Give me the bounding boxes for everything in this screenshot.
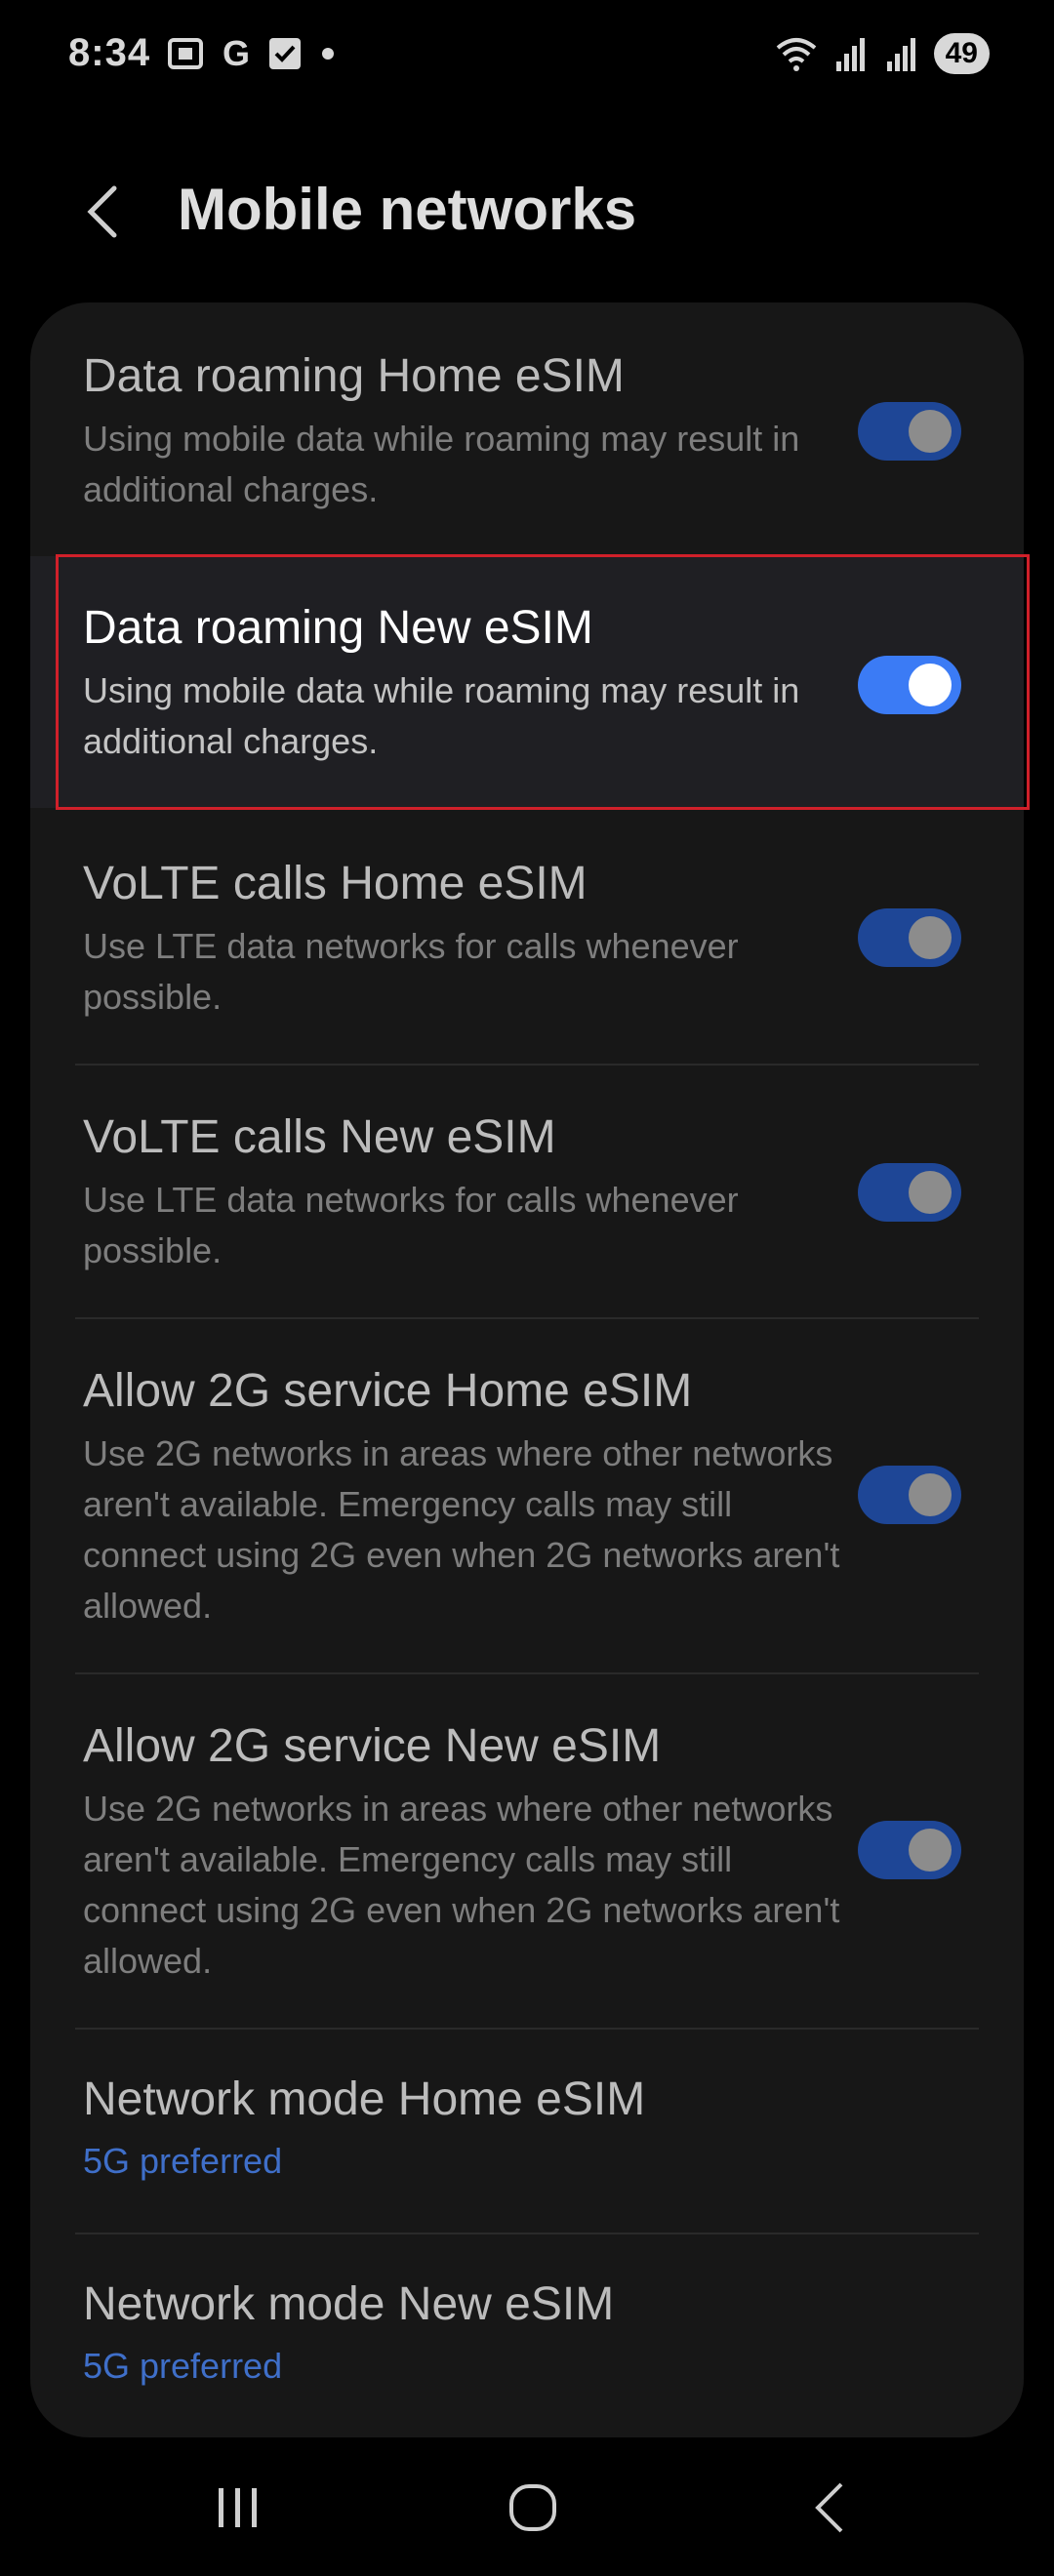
toggle-switch[interactable] [858,402,961,461]
setting-subtitle: 5G preferred [83,2141,283,2181]
status-bar: 8:34 G 49 [0,0,1054,113]
toggle-switch[interactable] [858,656,961,714]
toggle-knob [909,916,952,959]
recents-icon [219,2488,257,2527]
setting-title: Data roaming New eSIM [83,602,593,654]
setting-title: Network mode New eSIM [83,2278,615,2330]
status-time: 8:34 [68,31,151,74]
setting-description: Using mobile data while roaming may resu… [83,419,800,509]
signal-icon [832,34,870,73]
setting-row-2g-new[interactable]: Allow 2G service New eSIM Use 2G network… [30,1674,1024,2028]
toggle-switch[interactable] [858,908,961,967]
setting-title: VoLTE calls Home eSIM [83,858,588,909]
setting-row-data-roaming-home[interactable]: Data roaming Home eSIM Using mobile data… [30,302,1024,551]
toggle-knob [909,410,952,453]
settings-card: Data roaming Home eSIM Using mobile data… [30,302,1024,2437]
battery-indicator: 49 [933,33,990,74]
setting-title: Allow 2G service Home eSIM [83,1365,693,1417]
setting-row-network-mode-home[interactable]: Network mode Home eSIM 5G preferred [30,2030,1024,2231]
home-icon [509,2484,556,2531]
setting-description: Use 2G networks in areas where other net… [83,1433,840,1626]
dot-icon [320,46,336,61]
chevron-left-icon [87,185,117,238]
page-title: Mobile networks [178,177,637,242]
toggle-switch[interactable] [858,1466,961,1524]
recents-button[interactable] [189,2473,287,2543]
toggle-knob [909,1473,952,1516]
google-icon: G [223,33,251,73]
signal-icon [883,34,920,73]
navigation-bar [0,2439,1054,2576]
app-header: Mobile networks [0,146,1054,273]
setting-description: Using mobile data while roaming may resu… [83,670,800,761]
setting-subtitle: 5G preferred [83,2346,283,2386]
setting-row-volte-new[interactable]: VoLTE calls New eSIM Use LTE data networ… [30,1066,1024,1317]
wifi-icon [774,34,819,73]
toggle-knob [909,664,952,706]
toggle-knob [909,1829,952,1872]
back-button[interactable] [68,178,137,246]
setting-description: Use LTE data networks for calls whenever… [83,926,739,1017]
home-button[interactable] [484,2473,582,2543]
status-right-icons: 49 [774,33,990,74]
toggle-knob [909,1171,952,1214]
setting-description: Use 2G networks in areas where other net… [83,1789,840,1981]
setting-title: Allow 2G service New eSIM [83,1720,662,1772]
back-icon [815,2482,843,2533]
setting-description: Use LTE data networks for calls whenever… [83,1180,739,1270]
setting-row-network-mode-new[interactable]: Network mode New eSIM 5G preferred [30,2234,1024,2437]
setting-title: Data roaming Home eSIM [83,350,625,402]
setting-title: Network mode Home eSIM [83,2073,646,2125]
setting-row-data-roaming-new[interactable]: Data roaming New eSIM Using mobile data … [30,556,1024,808]
setting-row-2g-home[interactable]: Allow 2G service Home eSIM Use 2G networ… [30,1319,1024,1672]
screenshot-icon [166,34,205,73]
back-nav-button[interactable] [781,2473,878,2543]
toggle-switch[interactable] [858,1163,961,1222]
checkbox-icon [267,36,303,71]
status-left-icons: G [166,33,336,74]
toggle-switch[interactable] [858,1821,961,1879]
setting-row-volte-home[interactable]: VoLTE calls Home eSIM Use LTE data netwo… [30,810,1024,1064]
setting-title: VoLTE calls New eSIM [83,1111,556,1163]
